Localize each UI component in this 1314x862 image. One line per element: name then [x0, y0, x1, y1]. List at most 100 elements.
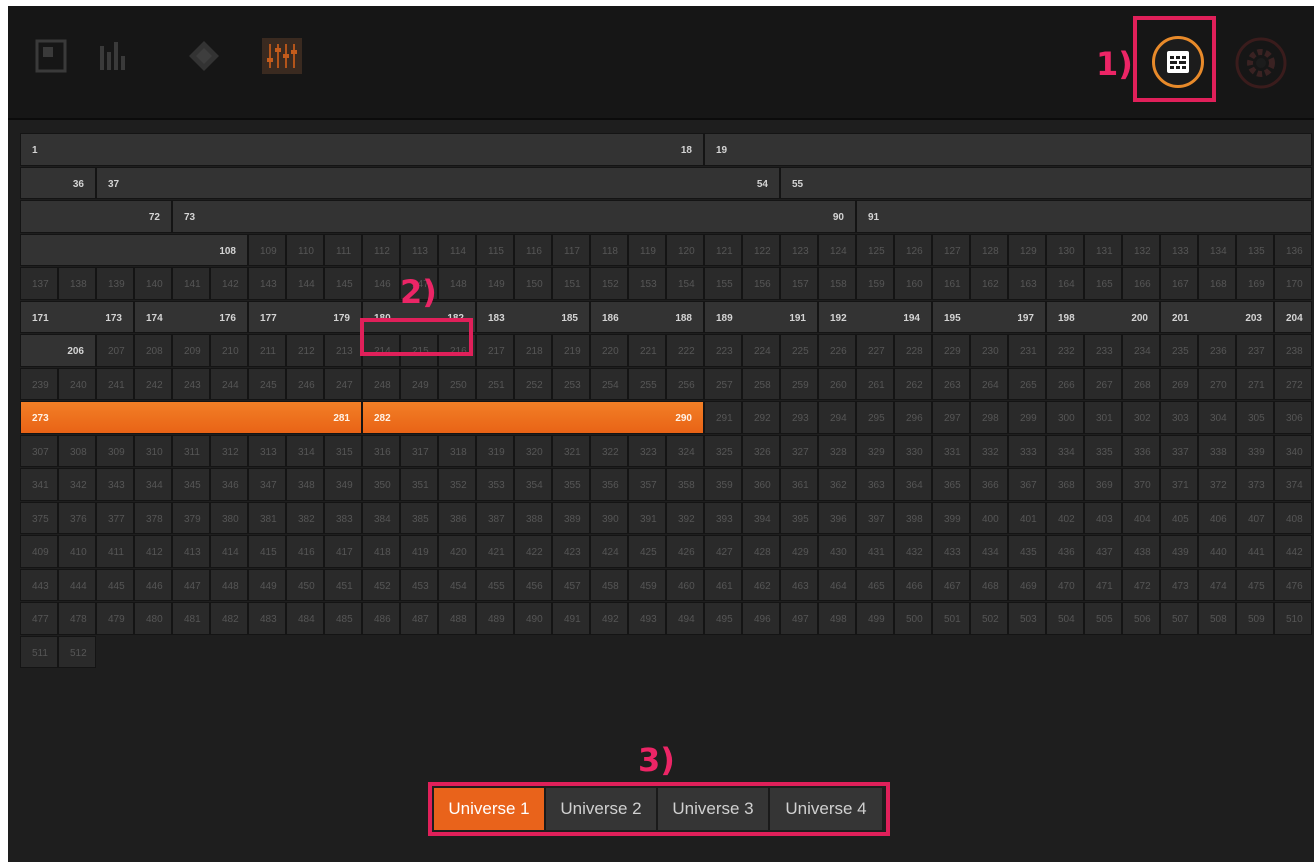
channel-cell[interactable]: 304 [1198, 401, 1236, 434]
channel-cell[interactable]: 504 [1046, 602, 1084, 635]
channel-cell[interactable]: 131 [1084, 233, 1122, 266]
channel-cell[interactable]: 505 [1084, 602, 1122, 635]
selected-fixture[interactable]: 282 290 [362, 401, 704, 434]
fixture-block[interactable]: 19 [704, 133, 1312, 166]
channel-cell[interactable]: 435 [1008, 535, 1046, 568]
channel-cell[interactable]: 113 [400, 233, 438, 266]
channel-cell[interactable]: 509 [1236, 602, 1274, 635]
channel-cell[interactable]: 438 [1122, 535, 1160, 568]
channel-cell[interactable]: 114 [438, 233, 476, 266]
channel-cell[interactable]: 294 [818, 401, 856, 434]
channel-cell[interactable]: 389 [552, 501, 590, 534]
channel-cell[interactable]: 292 [742, 401, 780, 434]
channel-cell[interactable]: 493 [628, 602, 666, 635]
channel-cell[interactable]: 255 [628, 367, 666, 400]
channel-cell[interactable]: 136 [1274, 233, 1312, 266]
channel-cell[interactable]: 120 [666, 233, 704, 266]
fixture-block[interactable]: 183 185 [476, 300, 590, 333]
channel-cell[interactable]: 498 [818, 602, 856, 635]
channel-cell[interactable]: 227 [856, 334, 894, 367]
channel-cell[interactable]: 324 [666, 434, 704, 467]
channel-cell[interactable]: 400 [970, 501, 1008, 534]
channel-cell[interactable]: 474 [1198, 568, 1236, 601]
channel-cell[interactable]: 479 [96, 602, 134, 635]
channel-cell[interactable]: 443 [20, 568, 58, 601]
channel-cell[interactable]: 133 [1160, 233, 1198, 266]
channel-cell[interactable]: 317 [400, 434, 438, 467]
channel-cell[interactable]: 157 [780, 267, 818, 300]
channel-cell[interactable]: 160 [894, 267, 932, 300]
channel-cell[interactable]: 330 [894, 434, 932, 467]
channel-cell[interactable]: 217 [476, 334, 514, 367]
dmx-grid-button[interactable] [1152, 36, 1204, 88]
channel-cell[interactable]: 137 [20, 267, 58, 300]
channel-cell[interactable]: 154 [666, 267, 704, 300]
channel-cell[interactable]: 293 [780, 401, 818, 434]
channel-cell[interactable]: 134 [1198, 233, 1236, 266]
channel-cell[interactable]: 377 [96, 501, 134, 534]
channel-cell[interactable]: 233 [1084, 334, 1122, 367]
channel-cell[interactable]: 257 [704, 367, 742, 400]
channel-cell[interactable]: 118 [590, 233, 628, 266]
channel-cell[interactable]: 329 [856, 434, 894, 467]
channel-cell[interactable]: 460 [666, 568, 704, 601]
channel-cell[interactable]: 145 [324, 267, 362, 300]
channel-cell[interactable]: 259 [780, 367, 818, 400]
channel-cell[interactable]: 258 [742, 367, 780, 400]
channel-cell[interactable]: 140 [134, 267, 172, 300]
channel-cell[interactable]: 313 [248, 434, 286, 467]
channel-cell[interactable]: 246 [286, 367, 324, 400]
channel-cell[interactable]: 385 [400, 501, 438, 534]
channel-cell[interactable]: 465 [856, 568, 894, 601]
channel-cell[interactable]: 380 [210, 501, 248, 534]
channel-cell[interactable]: 342 [58, 468, 96, 501]
channel-cell[interactable]: 156 [742, 267, 780, 300]
channel-cell[interactable]: 358 [666, 468, 704, 501]
channel-cell[interactable]: 350 [362, 468, 400, 501]
channel-cell[interactable]: 252 [514, 367, 552, 400]
channel-cell[interactable]: 473 [1160, 568, 1198, 601]
fixture-block[interactable]: 171 173 [20, 300, 134, 333]
channel-cell[interactable]: 352 [438, 468, 476, 501]
channel-cell[interactable]: 495 [704, 602, 742, 635]
channel-cell[interactable]: 158 [818, 267, 856, 300]
fixture-block[interactable]: 73 90 [172, 200, 856, 233]
channel-cell[interactable]: 305 [1236, 401, 1274, 434]
channel-cell[interactable]: 236 [1198, 334, 1236, 367]
channel-cell[interactable]: 371 [1160, 468, 1198, 501]
channel-cell[interactable]: 491 [552, 602, 590, 635]
channel-cell[interactable]: 332 [970, 434, 1008, 467]
channel-cell[interactable]: 463 [780, 568, 818, 601]
channel-cell[interactable]: 446 [134, 568, 172, 601]
channel-cell[interactable]: 129 [1008, 233, 1046, 266]
channel-cell[interactable]: 398 [894, 501, 932, 534]
channel-cell[interactable]: 208 [134, 334, 172, 367]
channel-cell[interactable]: 349 [324, 468, 362, 501]
channel-cell[interactable]: 312 [210, 434, 248, 467]
channel-cell[interactable]: 469 [1008, 568, 1046, 601]
channel-cell[interactable]: 231 [1008, 334, 1046, 367]
channel-cell[interactable]: 166 [1122, 267, 1160, 300]
channel-cell[interactable]: 427 [704, 535, 742, 568]
channel-cell[interactable]: 423 [552, 535, 590, 568]
fixture-block[interactable]: 1 18 [20, 133, 704, 166]
channel-cell[interactable]: 229 [932, 334, 970, 367]
channel-cell[interactable]: 485 [324, 602, 362, 635]
channel-cell[interactable]: 367 [1008, 468, 1046, 501]
channel-cell[interactable]: 135 [1236, 233, 1274, 266]
channel-cell[interactable]: 387 [476, 501, 514, 534]
channel-cell[interactable]: 333 [1008, 434, 1046, 467]
channel-cell[interactable]: 448 [210, 568, 248, 601]
channel-cell[interactable]: 422 [514, 535, 552, 568]
channel-cell[interactable]: 481 [172, 602, 210, 635]
channel-cell[interactable]: 353 [476, 468, 514, 501]
channel-cell[interactable]: 244 [210, 367, 248, 400]
channel-cell[interactable]: 410 [58, 535, 96, 568]
channel-cell[interactable]: 362 [818, 468, 856, 501]
channel-cell[interactable]: 334 [1046, 434, 1084, 467]
channel-cell[interactable]: 139 [96, 267, 134, 300]
channel-cell[interactable]: 260 [818, 367, 856, 400]
channel-cell[interactable]: 141 [172, 267, 210, 300]
channel-cell[interactable]: 138 [58, 267, 96, 300]
channel-cell[interactable]: 266 [1046, 367, 1084, 400]
